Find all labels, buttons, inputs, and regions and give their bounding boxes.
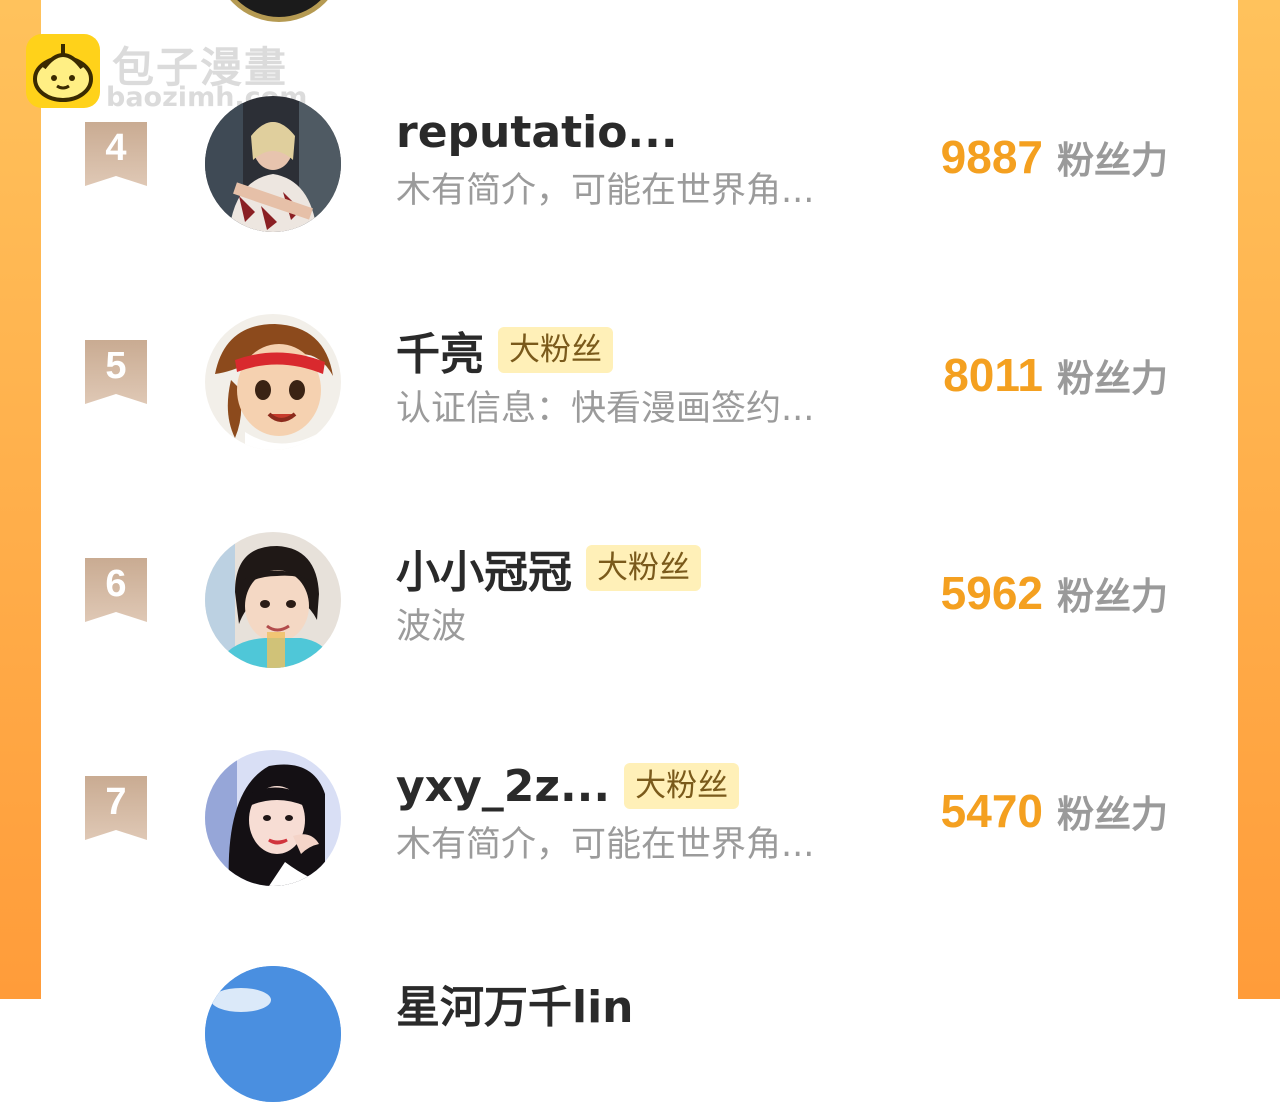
user-name[interactable]: 小小冠冠	[396, 536, 572, 600]
leaderboard-row[interactable]: 5 千亮 大粉丝 认证信息：快看漫画签约... 8011 粉丝力	[41, 314, 1238, 464]
user-avatar[interactable]	[205, 314, 341, 450]
fan-power-unit: 粉丝力	[1057, 793, 1168, 836]
leaderboard-row[interactable]: 4 reputatio... 木有简介，可能在世界角... 9887 粉丝力	[41, 96, 1238, 246]
rank-badge: 5	[85, 340, 147, 404]
rank-badge: 4	[85, 122, 147, 186]
big-fan-badge: 大粉丝	[586, 545, 701, 591]
user-avatar[interactable]	[205, 532, 341, 668]
avatar-partial-bottom[interactable]	[205, 966, 341, 1102]
right-orange-frame	[1238, 0, 1280, 999]
fan-power-unit: 粉丝力	[1057, 575, 1168, 618]
rank-number: 7	[105, 781, 127, 823]
big-fan-badge: 大粉丝	[624, 763, 740, 809]
leaderboard-row[interactable]: 6 小小冠冠 大粉丝 波波 5962 粉丝力	[41, 532, 1238, 682]
name-line: reputatio...	[396, 104, 678, 160]
user-bio: 认证信息：快看漫画签约...	[396, 389, 815, 429]
leaderboard-row[interactable]: 7 yxy_2z... 大粉丝 木有简介，可能在世界角... 5470 粉丝力	[41, 750, 1238, 900]
fan-power-score: 9887	[940, 131, 1043, 183]
fan-power: 5470 粉丝力	[941, 784, 1168, 838]
fan-power-score: 5470	[940, 785, 1043, 837]
fan-power-score: 5962	[940, 567, 1043, 619]
fan-power: 8011 粉丝力	[943, 348, 1168, 402]
user-bio: 波波	[396, 607, 467, 647]
fan-power-score: 8011	[943, 349, 1043, 401]
user-name[interactable]: reputatio...	[396, 107, 678, 158]
big-fan-badge: 大粉丝	[498, 327, 613, 373]
left-orange-frame	[0, 0, 41, 999]
rank-number: 5	[105, 345, 127, 387]
rank-number: 4	[105, 127, 127, 169]
fan-power-unit: 粉丝力	[1057, 139, 1168, 182]
rank-badge: 7	[85, 776, 147, 840]
user-bio: 木有简介，可能在世界角...	[396, 171, 815, 211]
user-avatar[interactable]	[205, 96, 341, 232]
user-name[interactable]: 千亮	[396, 318, 484, 382]
user-name-partial[interactable]: 星河万千lin	[396, 971, 634, 1035]
user-avatar[interactable]	[205, 750, 341, 886]
name-line: yxy_2z... 大粉丝	[396, 758, 740, 814]
rank-badge: 6	[85, 558, 147, 622]
fan-power: 5962 粉丝力	[941, 566, 1168, 620]
fan-power: 9887 粉丝力	[941, 130, 1168, 184]
fan-power-unit: 粉丝力	[1057, 357, 1168, 400]
name-line: 千亮 大粉丝	[396, 322, 613, 380]
rank-number: 6	[105, 563, 127, 605]
name-line: 小小冠冠 大粉丝	[396, 540, 701, 598]
user-bio: 木有简介，可能在世界角...	[396, 825, 815, 865]
user-name[interactable]: yxy_2z...	[396, 761, 610, 812]
